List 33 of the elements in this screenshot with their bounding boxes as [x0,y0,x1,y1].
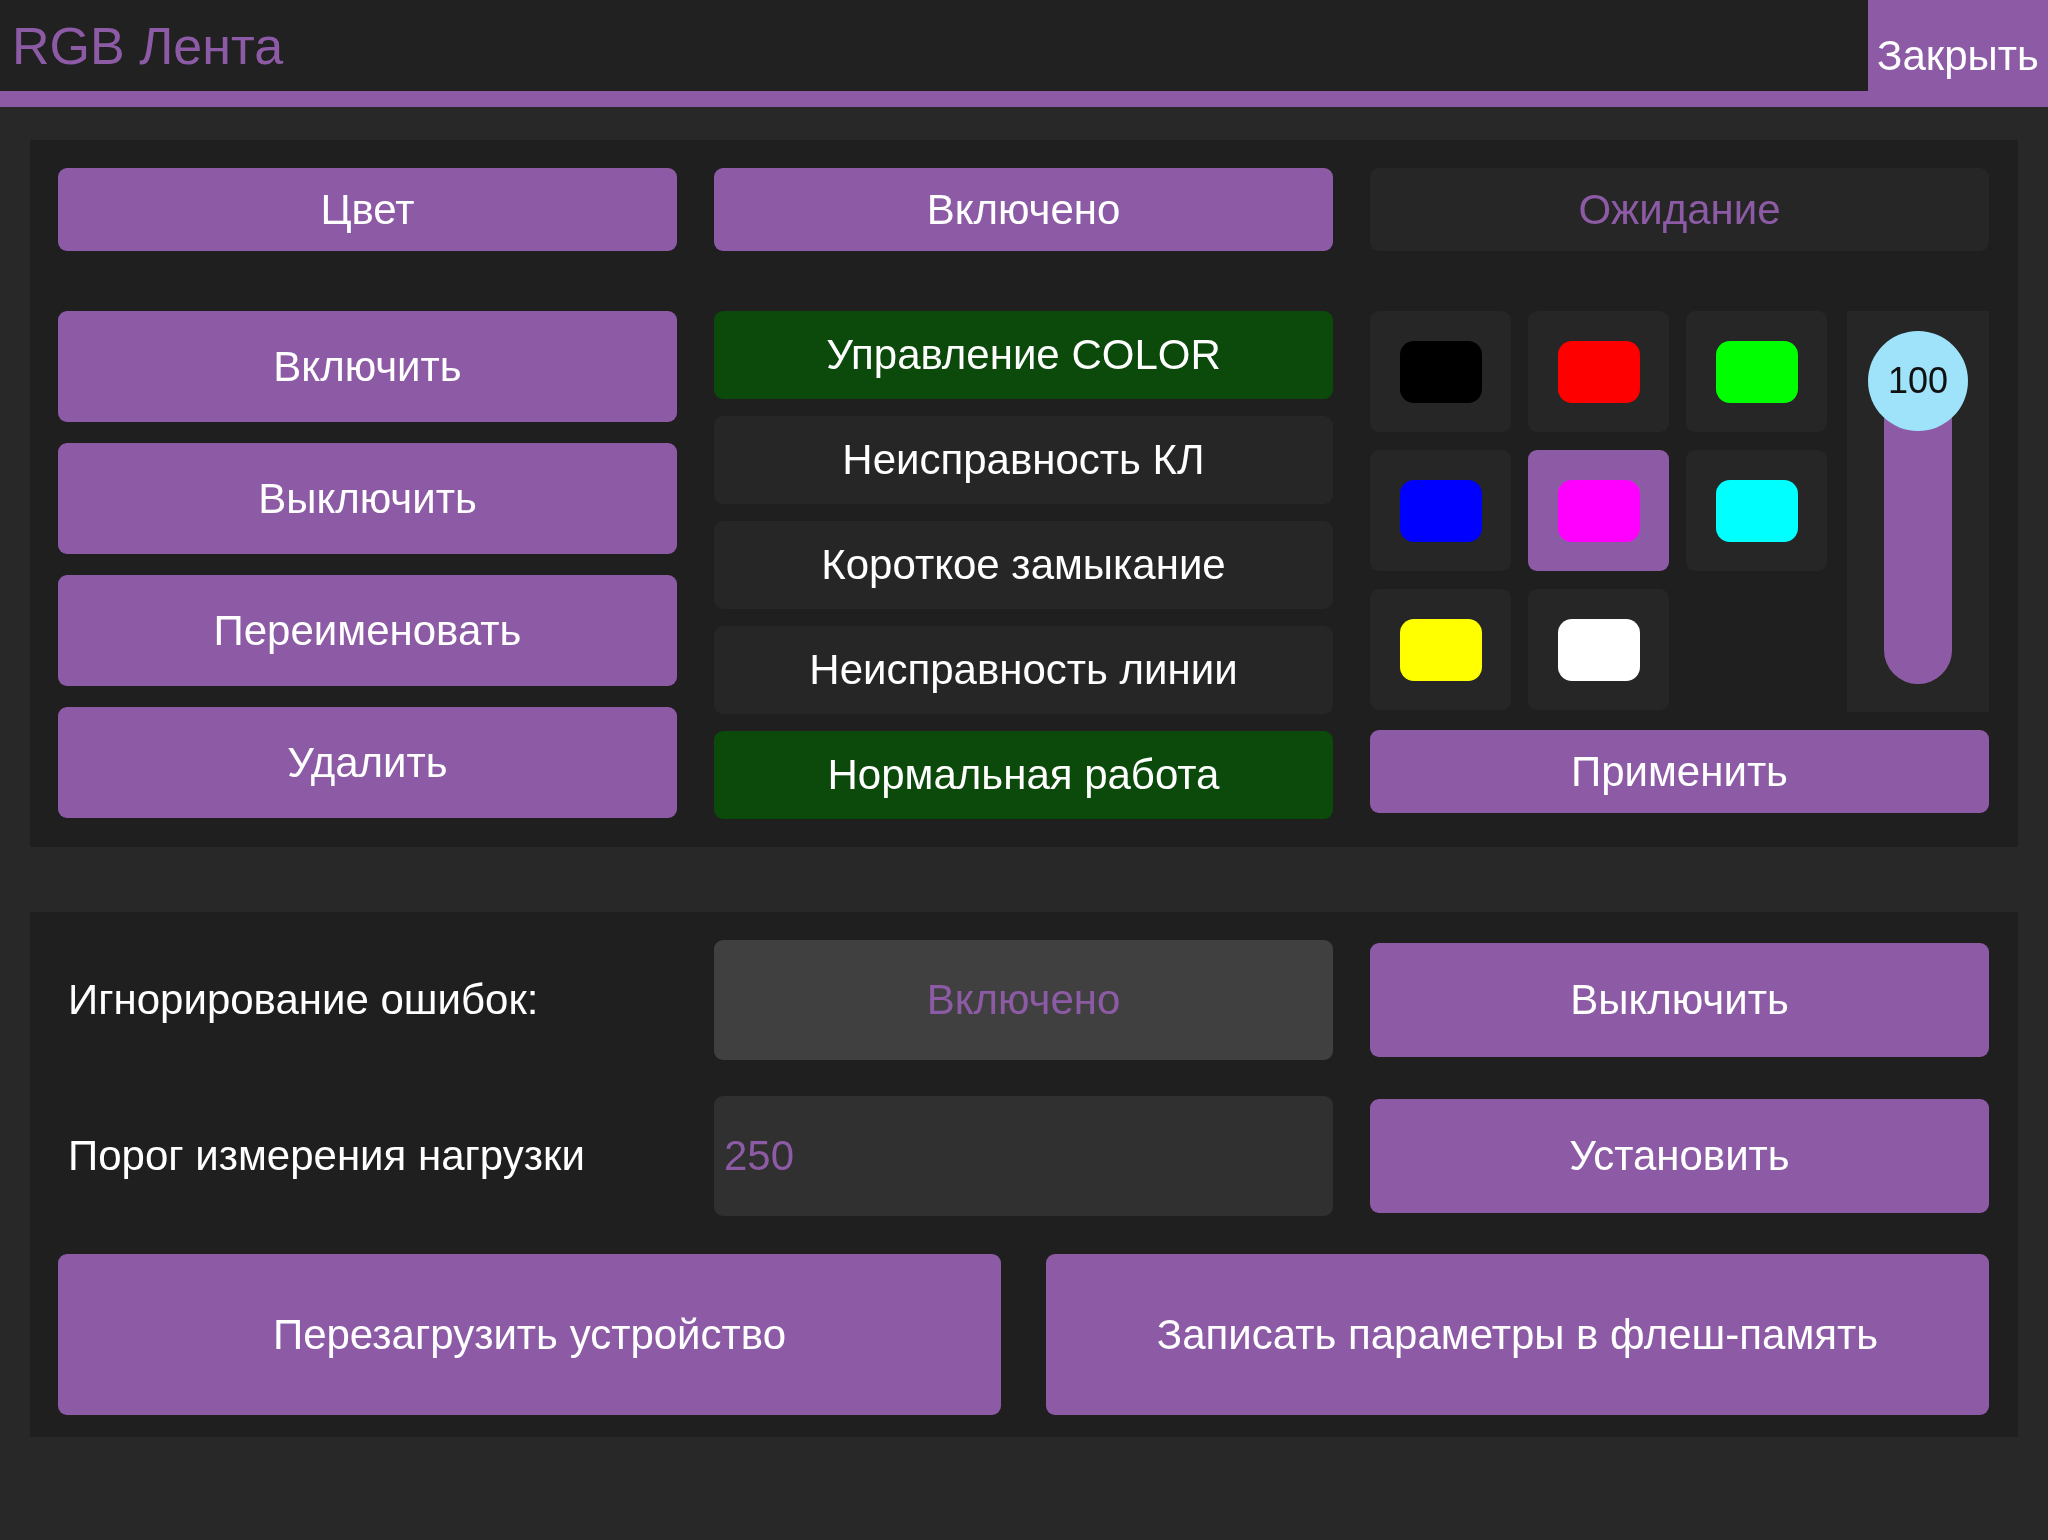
color-button[interactable]: Цвет [58,168,677,251]
status-indicator: Нормальная работа [714,731,1333,819]
status-label: Ожидание [1370,168,1989,251]
action-button[interactable]: Включить [58,311,677,422]
action-button[interactable]: Переименовать [58,575,677,686]
action-button[interactable]: Записать параметры в флеш-память [1046,1254,1989,1415]
action-button[interactable]: Перезагрузить устройство [58,1254,1001,1415]
color-swatch-button[interactable] [1686,450,1827,571]
status-indicator: Управление COLOR [714,311,1333,399]
color-swatch-button[interactable] [1370,450,1511,571]
setting-label: Игнорирование ошибок: [67,976,540,1024]
state-field: Включено [714,940,1333,1060]
setting-label: Порог измерения нагрузки [67,1132,586,1180]
slider-thumb[interactable]: 100 [1868,331,1968,431]
brightness-slider[interactable]: 100 [1847,311,1989,712]
app-title: RGB Лента [11,15,284,76]
close-button[interactable]: Закрыть [1868,0,2048,91]
set-button[interactable]: Установить [1370,1099,1989,1213]
action-button[interactable]: Выключить [58,443,677,554]
disable-button[interactable]: Выключить [1370,943,1989,1057]
status-indicator: Неисправность КЛ [714,416,1333,504]
apply-button[interactable]: Применить [1370,730,1989,813]
color-swatch-button[interactable] [1528,589,1669,710]
action-button[interactable]: Удалить [58,707,677,818]
color-swatch-button[interactable] [1528,311,1669,432]
threshold-input[interactable]: 250 [714,1096,1333,1216]
color-swatch-button[interactable] [1370,311,1511,432]
color-swatch-button[interactable] [1528,450,1669,571]
state-button[interactable]: Включено [714,168,1333,251]
status-indicator: Неисправность линии [714,626,1333,714]
color-swatch-button[interactable] [1370,589,1511,710]
status-indicator: Короткое замыкание [714,521,1333,609]
color-swatch-button[interactable] [1686,311,1827,432]
